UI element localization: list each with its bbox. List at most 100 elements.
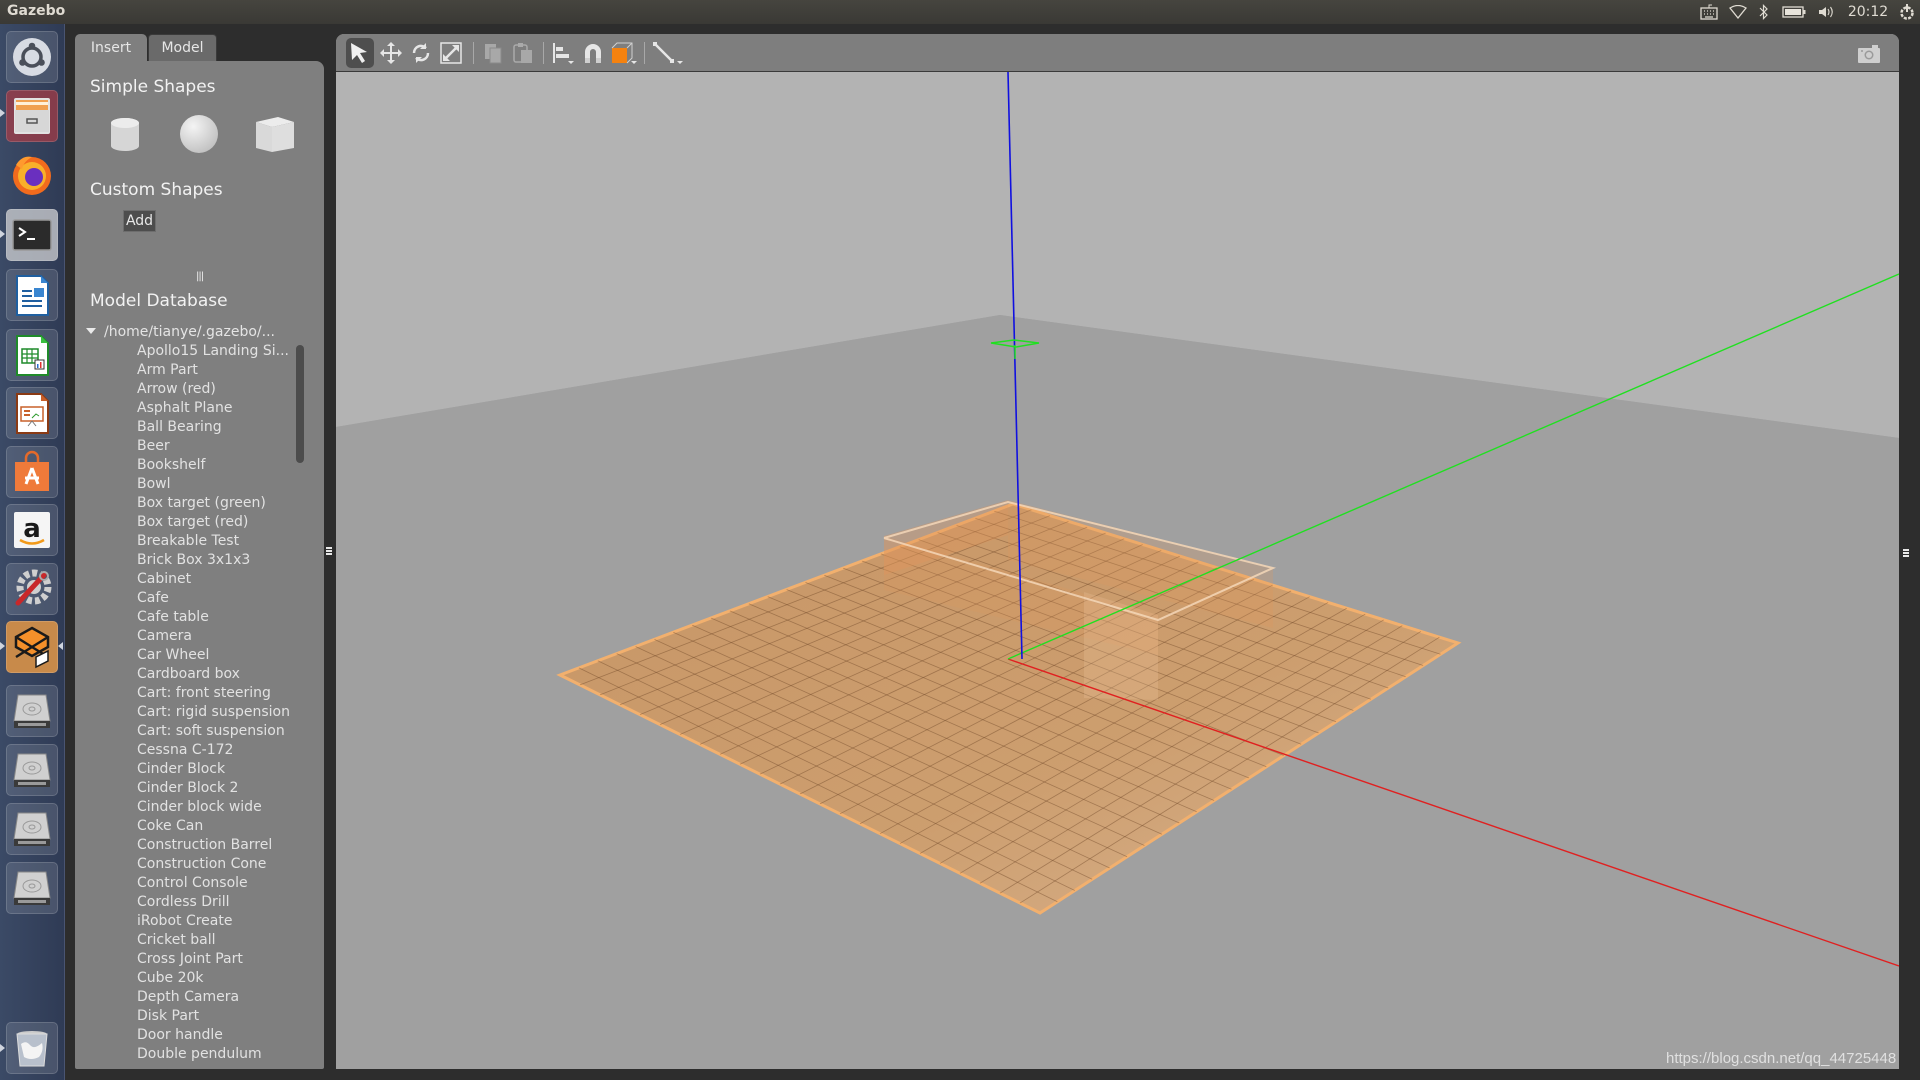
align-button[interactable] xyxy=(549,38,577,68)
paste-button[interactable] xyxy=(510,38,536,68)
model-list-item[interactable]: Cricket ball xyxy=(137,931,290,950)
screenshot-button[interactable] xyxy=(1855,38,1883,68)
writer-icon xyxy=(16,275,49,316)
model-list-item[interactable]: Construction Barrel xyxy=(137,836,290,855)
model-list-item[interactable]: Cinder Block 2 xyxy=(137,779,290,798)
model-list-item[interactable]: Cinder block wide xyxy=(137,798,290,817)
launcher-terminal[interactable] xyxy=(6,209,58,261)
copy-button[interactable] xyxy=(480,38,506,68)
measure-line-icon xyxy=(653,42,683,64)
panel-splitter-handle[interactable]: ||| xyxy=(196,271,204,282)
snap-button[interactable] xyxy=(580,38,606,68)
model-list-item[interactable]: Camera xyxy=(137,627,290,646)
model-list-item[interactable]: Arm Part xyxy=(137,361,290,380)
box-shape-button[interactable] xyxy=(254,114,294,154)
volume-icon[interactable] xyxy=(1812,0,1842,24)
model-list-item[interactable]: Disk Part xyxy=(137,1007,290,1026)
launcher-calc[interactable] xyxy=(6,329,58,381)
cylinder-shape-button[interactable] xyxy=(105,114,145,154)
tree-root-item[interactable]: /home/tianye/.gazebo/... xyxy=(84,323,275,342)
scene-canvas[interactable] xyxy=(336,72,1899,1069)
move-arrows-icon xyxy=(380,42,402,64)
hard-drive-icon xyxy=(13,753,51,787)
launcher-drive-3[interactable] xyxy=(6,803,58,855)
scale-mode-button[interactable] xyxy=(438,38,464,68)
rotate-icon xyxy=(412,43,430,63)
left-splitter-handle[interactable] xyxy=(326,547,332,559)
keyboard-icon[interactable] xyxy=(1694,0,1724,24)
tab-model[interactable]: Model xyxy=(148,34,217,61)
launcher-amazon[interactable]: a xyxy=(6,504,58,556)
model-list-item[interactable]: Cart: rigid suspension xyxy=(137,703,290,722)
select-mode-button[interactable] xyxy=(346,38,374,68)
model-list-item[interactable]: Bowl xyxy=(137,475,290,494)
bluetooth-icon[interactable] xyxy=(1752,0,1776,24)
add-custom-shape-button[interactable]: Add xyxy=(123,210,156,232)
model-list-item[interactable]: Cafe table xyxy=(137,608,290,627)
insert-panel: Simple Shapes Custom Shapes Add ||| Mode… xyxy=(75,61,324,1069)
launcher-drive-4[interactable] xyxy=(6,862,58,914)
model-list-item[interactable]: Construction Cone xyxy=(137,855,290,874)
model-list-item[interactable]: Cessna C-172 xyxy=(137,741,290,760)
launcher-files[interactable] xyxy=(6,90,58,142)
model-list-item[interactable]: Cart: soft suspension xyxy=(137,722,290,741)
model-list-item[interactable]: Double pendulum xyxy=(137,1045,290,1064)
expand-triangle-icon[interactable] xyxy=(86,328,96,334)
model-list-item[interactable]: Control Console xyxy=(137,874,290,893)
model-list-item[interactable]: Ball Bearing xyxy=(137,418,290,437)
power-gear-icon[interactable] xyxy=(1894,0,1920,24)
model-list-item[interactable]: Coke Can xyxy=(137,817,290,836)
trash-icon xyxy=(16,1031,48,1067)
model-list-item[interactable]: Cafe xyxy=(137,589,290,608)
model-list-item[interactable]: Cordless Drill xyxy=(137,893,290,912)
launcher-firefox[interactable] xyxy=(6,149,58,201)
model-list-item[interactable]: Arrow (red) xyxy=(137,380,290,399)
calc-icon xyxy=(16,335,49,376)
tab-insert[interactable]: Insert xyxy=(75,34,147,61)
model-list-item[interactable]: Cart: front steering xyxy=(137,684,290,703)
launcher-trash[interactable] xyxy=(6,1022,58,1074)
model-list-item[interactable]: Apollo15 Landing Si... xyxy=(137,342,290,361)
model-list-item[interactable]: iRobot Create xyxy=(137,912,290,931)
rotate-mode-button[interactable] xyxy=(408,38,434,68)
view-angle-button[interactable] xyxy=(609,38,639,68)
launcher-settings[interactable] xyxy=(6,563,58,615)
launcher-software[interactable] xyxy=(6,446,58,498)
model-list-item[interactable]: Box target (red) xyxy=(137,513,290,532)
model-list-item[interactable]: Asphalt Plane xyxy=(137,399,290,418)
launcher-ubuntu-dash[interactable] xyxy=(6,31,58,83)
hard-drive-icon xyxy=(13,812,51,846)
paste-icon xyxy=(513,43,532,63)
sphere-shape-button[interactable] xyxy=(179,114,219,154)
battery-icon[interactable] xyxy=(1776,0,1812,24)
3d-viewport[interactable] xyxy=(336,34,1899,1069)
copy-icon xyxy=(485,44,502,64)
scene-toolbar xyxy=(336,34,1899,72)
launcher-drive-2[interactable] xyxy=(6,744,58,796)
model-list-item[interactable]: Cabinet xyxy=(137,570,290,589)
model-list-item[interactable]: Car Wheel xyxy=(137,646,290,665)
launcher-gazebo[interactable] xyxy=(6,621,58,673)
launcher-impress[interactable] xyxy=(6,387,58,439)
model-list-item[interactable]: Brick Box 3x1x3 xyxy=(137,551,290,570)
model-list-item[interactable]: Cross Joint Part xyxy=(137,950,290,969)
model-list-item[interactable]: Beer xyxy=(137,437,290,456)
right-splitter-handle[interactable] xyxy=(1903,549,1909,561)
model-list-item[interactable]: Breakable Test xyxy=(137,532,290,551)
measure-button[interactable] xyxy=(650,38,686,68)
translate-mode-button[interactable] xyxy=(378,38,404,68)
model-list-item[interactable]: Box target (green) xyxy=(137,494,290,513)
clock[interactable]: 20:12 xyxy=(1842,0,1894,24)
wifi-icon[interactable] xyxy=(1724,0,1752,24)
toolbar-separator xyxy=(644,42,645,64)
model-list-item[interactable]: Cinder Block xyxy=(137,760,290,779)
launcher-drive-1[interactable] xyxy=(6,685,58,737)
model-list-scrollbar[interactable] xyxy=(296,345,304,463)
model-list-item[interactable]: Cardboard box xyxy=(137,665,290,684)
model-database-tree[interactable]: /home/tianye/.gazebo/... Apollo15 Landin… xyxy=(75,323,324,1065)
model-list-item[interactable]: Bookshelf xyxy=(137,456,290,475)
model-list-item[interactable]: Depth Camera xyxy=(137,988,290,1007)
model-list-item[interactable]: Door handle xyxy=(137,1026,290,1045)
launcher-writer[interactable] xyxy=(6,269,58,321)
model-list-item[interactable]: Cube 20k xyxy=(137,969,290,988)
